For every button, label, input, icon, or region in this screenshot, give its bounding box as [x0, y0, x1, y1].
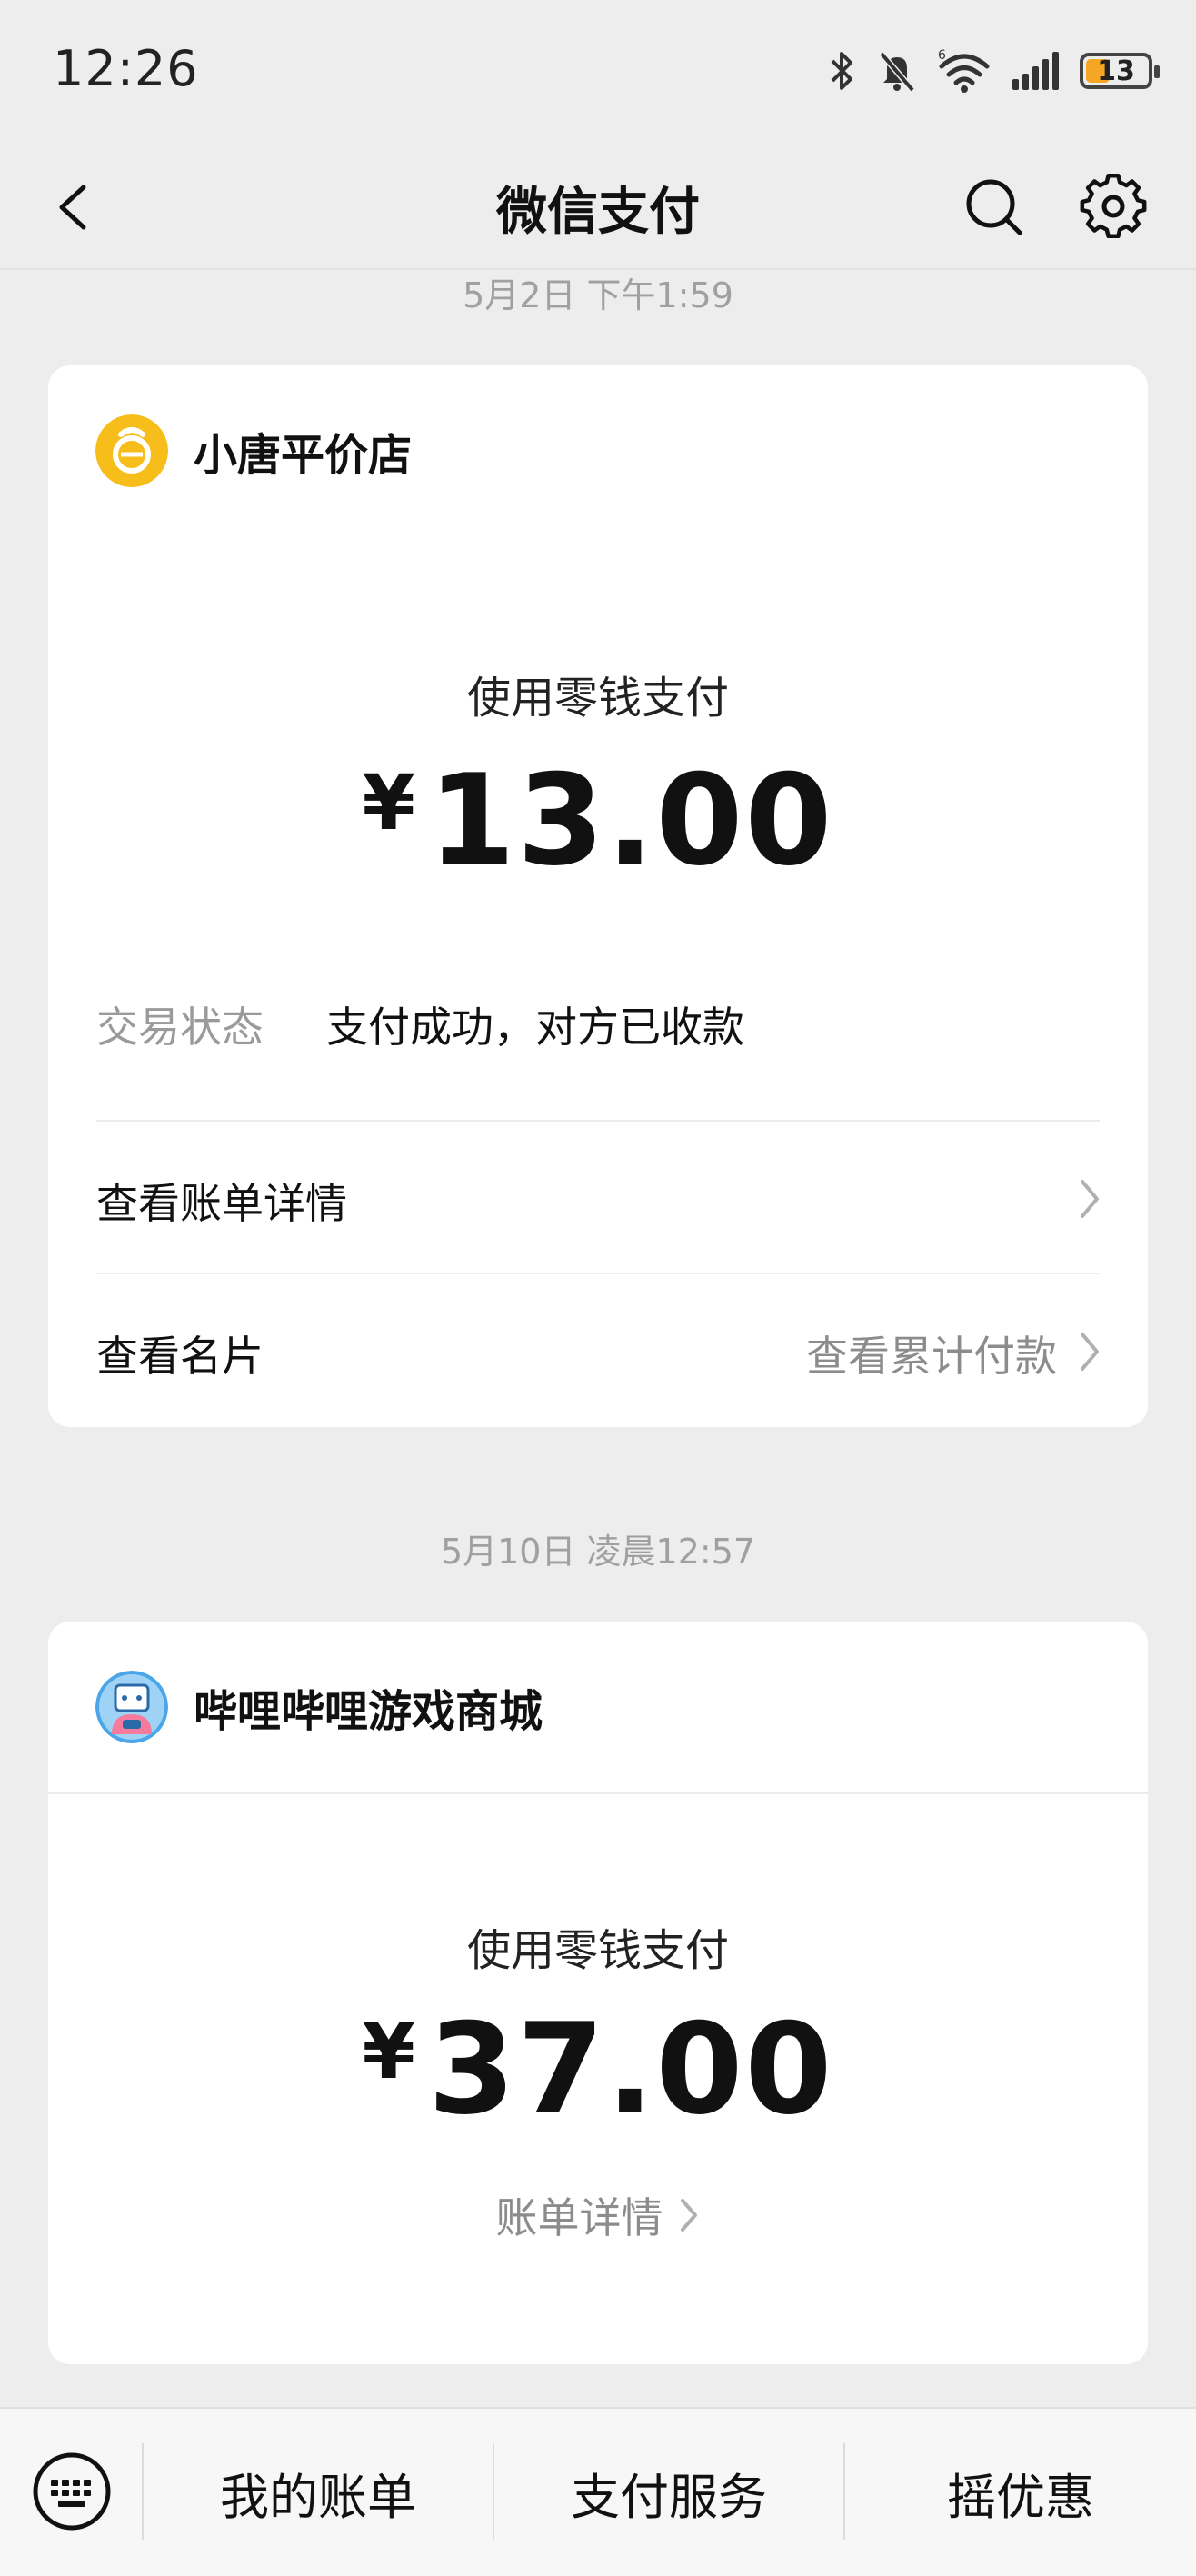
status-value: 支付成功，对方已收款 — [326, 1003, 744, 1052]
cumulative-payment-link[interactable]: 查看累计付款 — [806, 1323, 1057, 1383]
battery-level: 13 — [1097, 55, 1135, 87]
amount-value: 13.00 — [427, 747, 834, 894]
currency-symbol: ¥ — [362, 2007, 415, 2096]
pay-method: 使用零钱支付 — [466, 1925, 729, 1976]
battery-icon: 13 — [1080, 53, 1160, 89]
network-badge: 6 — [938, 48, 946, 63]
divider — [96, 1273, 1100, 1274]
payment-amount: ¥13.00 — [48, 747, 1148, 894]
bill-detail-link[interactable]: 账单详情 — [48, 2185, 1148, 2245]
gear-icon[interactable] — [1078, 165, 1149, 247]
divider — [48, 1792, 1148, 1794]
bill-detail-label: 账单详情 — [495, 2193, 663, 2242]
chevron-right-icon — [1081, 1180, 1099, 1218]
merchant-header[interactable]: 小唐平价店 — [95, 414, 412, 487]
transaction-card-1[interactable]: 小唐平价店 使用零钱支付 ¥13.00 交易状态 支付成功，对方已收款 查看账单… — [48, 365, 1148, 1427]
tab-my-bills[interactable]: 我的账单 — [144, 2409, 493, 2576]
transaction-date-2: 5月10日 凌晨12:57 — [440, 1532, 756, 1572]
signal-icon — [1012, 52, 1059, 90]
bilibili-game-logo-icon — [95, 1671, 168, 1743]
payment-amount: ¥37.00 — [48, 1996, 1148, 2142]
wifi-icon: 6 — [938, 48, 990, 93]
chevron-right-icon — [680, 2199, 697, 2232]
tab-shake-offers[interactable]: 摇优惠 — [845, 2409, 1196, 2576]
divider — [96, 1120, 1100, 1122]
currency-symbol: ¥ — [362, 758, 415, 847]
bill-detail-label: 查看账单详情 — [96, 1179, 347, 1228]
pay-method: 使用零钱支付 — [466, 673, 729, 724]
search-icon[interactable] — [962, 165, 1025, 247]
bell-muted-icon — [879, 51, 915, 93]
transaction-card-2[interactable]: 哔哩哔哩游戏商城 使用零钱支付 ¥37.00 账单详情 — [48, 1622, 1148, 2364]
bottom-tab-bar: 我的账单 支付服务 摇优惠 — [0, 2407, 1196, 2576]
business-card-label: 查看名片 — [96, 1332, 264, 1381]
keyboard-icon[interactable] — [31, 2451, 113, 2532]
merchant-logo-icon — [95, 414, 168, 487]
amount-value: 37.00 — [427, 1996, 834, 2142]
nav-bar: 微信支付 — [0, 145, 1196, 270]
status-label: 交易状态 — [96, 1003, 264, 1052]
bluetooth-icon — [831, 52, 852, 90]
status-icons: 6 13 — [827, 45, 1160, 96]
status-bar: 12:26 6 13 — [0, 0, 1196, 145]
chevron-right-icon — [1081, 1333, 1099, 1371]
merchant-name: 小唐平价店 — [194, 430, 413, 481]
tab-payment-services[interactable]: 支付服务 — [494, 2409, 843, 2576]
transaction-date-1: 5月2日 下午1:59 — [463, 275, 733, 315]
merchant-header[interactable]: 哔哩哔哩游戏商城 — [95, 1671, 543, 1743]
status-time: 12:26 — [53, 40, 199, 97]
merchant-name: 哔哩哔哩游戏商城 — [194, 1686, 543, 1737]
